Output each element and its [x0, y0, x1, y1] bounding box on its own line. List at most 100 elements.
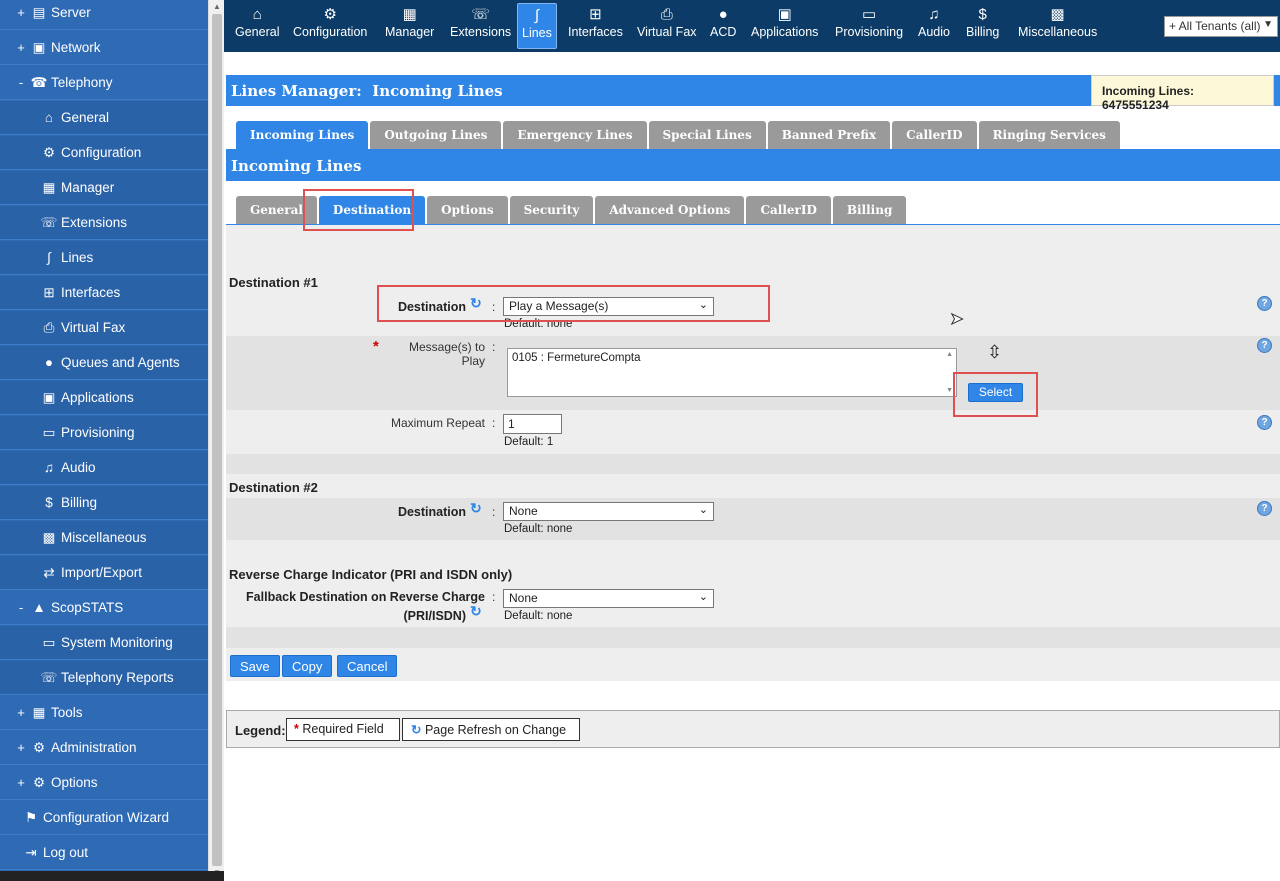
- topnav-provisioning[interactable]: ▭ Provisioning: [831, 3, 907, 49]
- help-icon[interactable]: ?: [1257, 501, 1272, 516]
- tab-ringing-services[interactable]: Ringing Services: [978, 121, 1120, 149]
- sidebar-item-tools[interactable]: + ▦ Tools: [0, 696, 208, 730]
- sidebar-item-telephony[interactable]: - ☎ Telephony: [0, 66, 208, 100]
- collapse-icon[interactable]: -: [14, 600, 28, 615]
- collapse-icon[interactable]: -: [14, 75, 28, 90]
- copy-button[interactable]: Copy: [282, 655, 333, 677]
- save-button[interactable]: Save: [230, 655, 280, 677]
- tab-outgoing-lines[interactable]: Outgoing Lines: [370, 121, 502, 149]
- topnav-billing[interactable]: $ Billing: [962, 3, 1003, 49]
- subtab-billing[interactable]: Billing: [832, 196, 907, 224]
- network-icon: ▣: [32, 39, 46, 55]
- page-title: Lines Manager: Incoming Lines: [231, 82, 503, 100]
- topnav-extensions[interactable]: ☏ Extensions: [446, 3, 515, 49]
- fallback-select[interactable]: None ⌄: [503, 589, 714, 608]
- expand-icon[interactable]: +: [14, 740, 28, 755]
- wizard-icon: ⚑: [24, 809, 38, 825]
- tab-banned-prefix[interactable]: Banned Prefix: [767, 121, 891, 149]
- sidebar-item-options[interactable]: + ⚙ Options: [0, 766, 208, 800]
- sidebar-item-telephony-reports[interactable]: ☏ Telephony Reports: [0, 661, 208, 695]
- sidebar-scrollbar[interactable]: ▲ ▼: [208, 0, 224, 881]
- scrollbar-thumb[interactable]: [212, 14, 222, 866]
- expand-icon[interactable]: +: [14, 705, 28, 720]
- sidebar-item-server[interactable]: + ▤ Server: [0, 0, 208, 30]
- legend-required: * Required Field: [286, 718, 400, 741]
- sidebar-item-manager[interactable]: ▦ Manager: [0, 171, 208, 205]
- manager-icon: ▦: [42, 179, 56, 195]
- sidebar-item-import-export[interactable]: ⇄ Import/Export: [0, 556, 208, 590]
- sidebar-item-general[interactable]: ⌂ General: [0, 101, 208, 135]
- sidebar-item-system-monitoring[interactable]: ▭ System Monitoring: [0, 626, 208, 660]
- help-icon[interactable]: ?: [1257, 338, 1272, 353]
- sidebar-item-provisioning[interactable]: ▭ Provisioning: [0, 416, 208, 450]
- lines-icon: ∫: [534, 7, 539, 24]
- messages-textarea[interactable]: 0105 : FermetureCompta ▲ ▼: [507, 348, 957, 397]
- tab-callerid[interactable]: CallerID: [892, 121, 977, 149]
- fallback-label: Fallback Destination on Reverse Charge: [246, 590, 485, 604]
- expand-icon[interactable]: +: [14, 40, 28, 55]
- sidebar-item-label: Extensions: [61, 215, 128, 230]
- misc-grid-icon: ▩: [42, 529, 56, 545]
- topnav-applications[interactable]: ▣ Applications: [747, 3, 822, 49]
- sidebar-item-administration[interactable]: + ⚙ Administration: [0, 731, 208, 765]
- sidebar-item-billing[interactable]: $ Billing: [0, 486, 208, 520]
- topnav-acd[interactable]: ● ACD: [706, 3, 740, 49]
- topnav-general[interactable]: ⌂ General: [231, 3, 283, 49]
- max-repeat-input[interactable]: 1: [503, 414, 562, 434]
- cancel-button[interactable]: Cancel: [337, 655, 398, 677]
- subtab-options[interactable]: Options: [427, 196, 508, 224]
- subtab-callerid[interactable]: CallerID: [746, 196, 831, 224]
- sidebar-item-lines[interactable]: ∫ Lines: [0, 241, 208, 275]
- subtab-advanced-options[interactable]: Advanced Options: [595, 196, 745, 224]
- highlight-box-destination: [377, 285, 770, 322]
- help-icon[interactable]: ?: [1257, 296, 1272, 311]
- applications-icon: ▣: [777, 6, 792, 23]
- sidebar-item-extensions[interactable]: ☏ Extensions: [0, 206, 208, 240]
- topnav-interfaces[interactable]: ⊞ Interfaces: [564, 3, 627, 49]
- fallback-label-suffix: (PRI/ISDN): [403, 609, 467, 623]
- topnav-label: Extensions: [450, 25, 512, 39]
- subtab-security[interactable]: Security: [509, 196, 594, 224]
- tab-incoming-lines[interactable]: Incoming Lines: [236, 121, 369, 149]
- topnav-manager[interactable]: ▦ Manager: [381, 3, 438, 49]
- topnav-configuration[interactable]: ⚙ Configuration: [289, 3, 371, 49]
- scroll-down-arrow-icon[interactable]: ▼: [946, 387, 953, 394]
- scroll-up-arrow-icon[interactable]: ▲: [946, 351, 953, 358]
- topnav-virtual-fax[interactable]: ⎙ Virtual Fax: [633, 3, 701, 49]
- topnav-label: Interfaces: [568, 25, 623, 39]
- topnav-miscellaneous[interactable]: ▩ Miscellaneous: [1014, 3, 1101, 49]
- scroll-up-arrow-icon[interactable]: ▲: [213, 2, 221, 11]
- topnav-audio[interactable]: ♫ Audio: [914, 3, 954, 49]
- sidebar-item-label: Provisioning: [61, 425, 135, 440]
- sidebar-item-miscellaneous[interactable]: ▩ Miscellaneous: [0, 521, 208, 555]
- sidebar-item-applications[interactable]: ▣ Applications: [0, 381, 208, 415]
- tenant-select[interactable]: + All Tenants (all) ▼: [1164, 16, 1278, 37]
- sidebar-item-scopstats[interactable]: - ▲ ScopSTATS: [0, 591, 208, 625]
- tenant-select-value: + All Tenants (all): [1169, 19, 1261, 33]
- rci-heading: Reverse Charge Indicator (PRI and ISDN o…: [229, 567, 513, 582]
- sidebar-item-network[interactable]: + ▣ Network: [0, 31, 208, 65]
- topnav-lines[interactable]: ∫ Lines: [517, 3, 557, 49]
- sidebar-item-configuration[interactable]: ⚙ Configuration: [0, 136, 208, 170]
- fallback-default: Default: none: [504, 610, 573, 622]
- refresh-icon: ↻: [470, 500, 482, 516]
- sidebar-item-configuration-wizard[interactable]: ⚑ Configuration Wizard: [0, 801, 208, 835]
- sidebar-item-virtual-fax[interactable]: ⎙ Virtual Fax: [0, 311, 208, 345]
- dest2-select[interactable]: None ⌄: [503, 502, 714, 521]
- sidebar-item-audio[interactable]: ♫ Audio: [0, 451, 208, 485]
- messages-value: 0105 : FermetureCompta: [512, 352, 641, 364]
- sidebar-item-log-out[interactable]: ⇥ Log out: [0, 836, 208, 870]
- expand-icon[interactable]: +: [14, 775, 28, 790]
- interfaces-icon: ⊞: [589, 6, 602, 23]
- sidebar-item-label: Miscellaneous: [61, 530, 147, 545]
- tab-emergency-lines[interactable]: Emergency Lines: [503, 121, 647, 149]
- expand-icon[interactable]: +: [14, 5, 28, 20]
- refresh-icon: ↻: [470, 603, 482, 619]
- chevron-down-icon: ⌄: [698, 591, 708, 603]
- help-icon[interactable]: ?: [1257, 415, 1272, 430]
- topnav-label: Miscellaneous: [1018, 25, 1098, 39]
- tab-special-lines[interactable]: Special Lines: [648, 121, 766, 149]
- sidebar-item-label: Queues and Agents: [61, 355, 180, 370]
- sidebar-item-interfaces[interactable]: ⊞ Interfaces: [0, 276, 208, 310]
- sidebar-item-queues-and-agents[interactable]: ● Queues and Agents: [0, 346, 208, 380]
